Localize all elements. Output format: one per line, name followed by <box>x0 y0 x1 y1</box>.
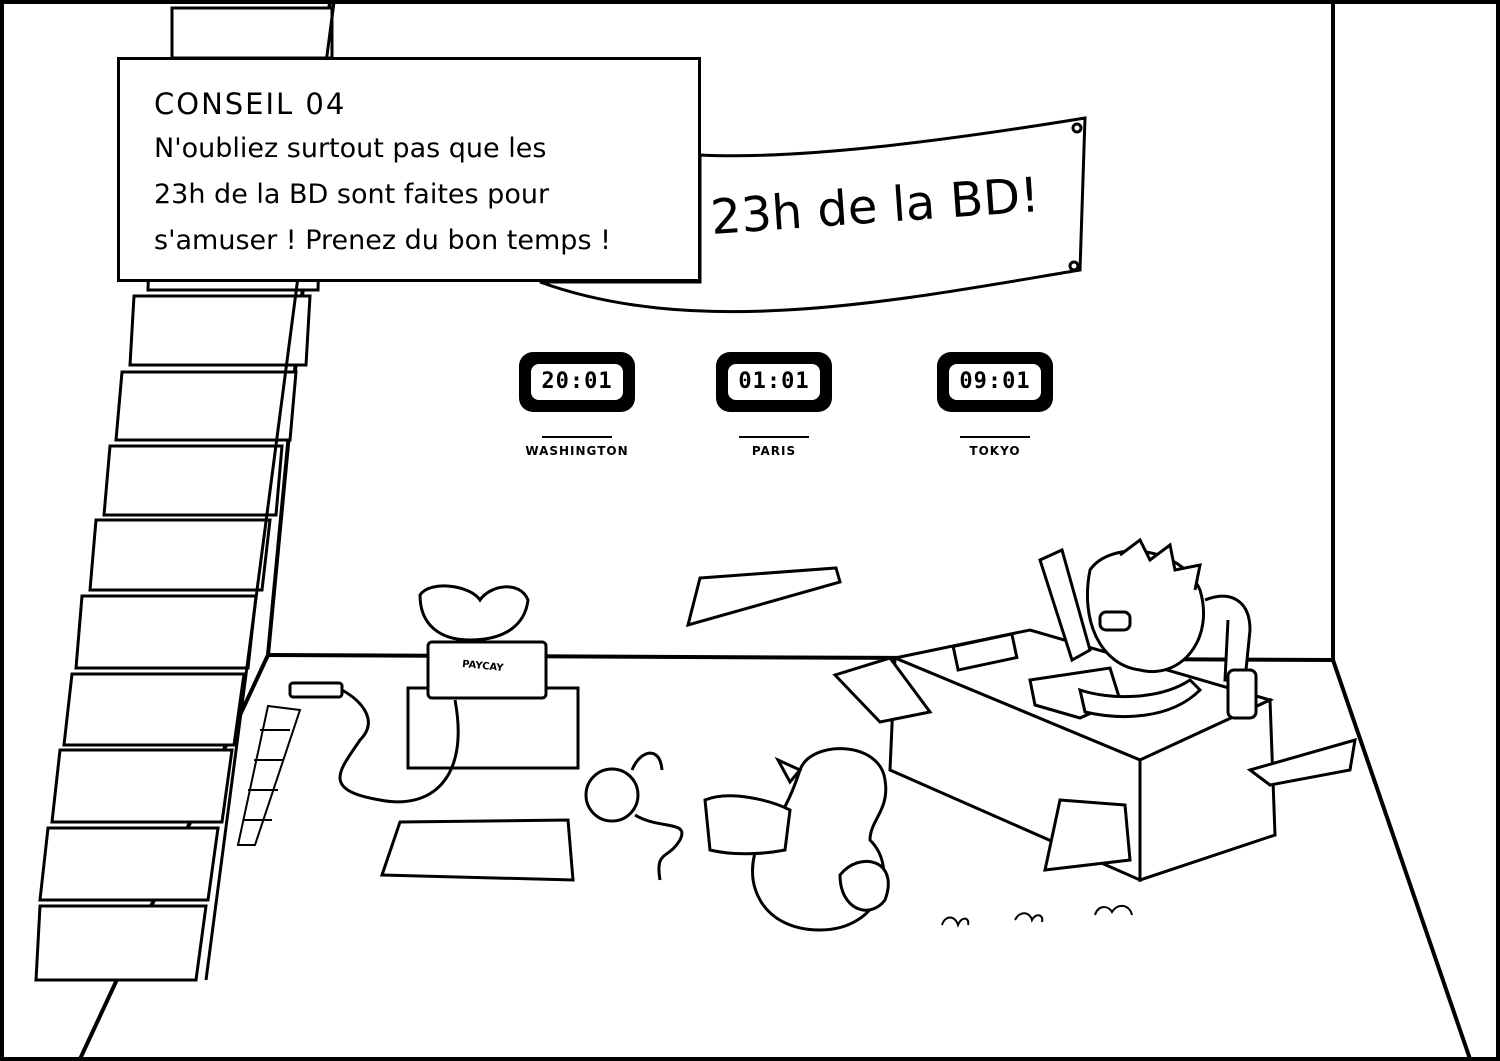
water-bottle <box>1226 668 1258 720</box>
caption-box: CONSEIL 04 N'oubliez surtout pas que les… <box>117 57 701 282</box>
clock-time: 20:01 <box>529 362 625 402</box>
comic-panel: CONSEIL 04 N'oubliez surtout pas que les… <box>0 0 1500 1061</box>
clock-time: 01:01 <box>726 362 822 402</box>
clock-label: WASHINGTON <box>512 436 642 458</box>
laptop-box <box>406 686 580 770</box>
clock-label: PARIS <box>709 436 839 458</box>
caption-line: N'oubliez surtout pas que les <box>154 133 547 164</box>
clock-tokyo: 09:01 TOKYO <box>937 352 1053 458</box>
clock-label: TOKYO <box>930 436 1060 458</box>
power-strip <box>288 681 344 699</box>
caption-line: 23h de la BD sont faites pour <box>154 179 550 210</box>
stair-step <box>34 904 208 982</box>
clock-paris: 01:01 PARIS <box>716 352 832 458</box>
stair-step <box>38 826 220 902</box>
stair-step <box>74 594 258 670</box>
stair-step <box>50 748 234 824</box>
clock-washington: 20:01 WASHINGTON <box>519 352 635 458</box>
caption-line: s'amuser ! Prenez du bon temps ! <box>154 225 611 256</box>
clock-time: 09:01 <box>947 362 1043 402</box>
caption-title: CONSEIL 04 <box>154 87 347 121</box>
drawing-tablet <box>379 818 575 882</box>
clock-face: 01:01 <box>716 352 832 412</box>
stair-step <box>114 370 298 442</box>
stair-step <box>170 6 334 60</box>
clock-face: 09:01 <box>937 352 1053 412</box>
stair-step <box>62 672 246 747</box>
stair-step <box>128 294 312 367</box>
stair-step <box>88 518 272 592</box>
stair-step <box>102 444 284 517</box>
clock-face: 20:01 <box>519 352 635 412</box>
